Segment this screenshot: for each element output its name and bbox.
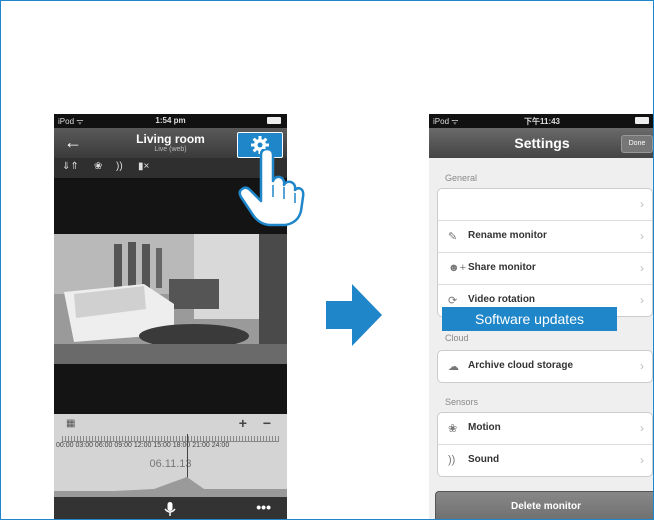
sensors-group: ❀ Motion › )) Sound › bbox=[437, 412, 653, 477]
general-group: › ✎ Rename monitor › ☻+ Share monitor › … bbox=[437, 188, 653, 317]
chevron-right-icon: › bbox=[640, 261, 644, 275]
chevron-right-icon: › bbox=[640, 197, 644, 211]
row-label: Video rotation bbox=[468, 294, 536, 305]
rename-monitor-row[interactable]: ✎ Rename monitor › bbox=[438, 221, 652, 253]
row-label: Sound bbox=[468, 454, 500, 465]
archive-cloud-storage-row[interactable]: ☁ Archive cloud storage › bbox=[438, 351, 652, 382]
sound-icon: )) bbox=[448, 454, 456, 466]
timeline-panel[interactable]: ▦ + − 00:00 03:00 06:00 09:00 12:00 15:0… bbox=[54, 414, 287, 497]
add-user-icon: ☻+ bbox=[448, 262, 466, 274]
section-cloud: Cloud bbox=[445, 333, 469, 343]
calendar-icon[interactable]: ▦ bbox=[66, 418, 75, 429]
row-label: Rename monitor bbox=[468, 230, 547, 241]
pencil-icon: ✎ bbox=[448, 231, 458, 243]
speaker-mute-icon[interactable]: ▮× bbox=[138, 161, 149, 172]
arrow-right-icon bbox=[326, 284, 382, 346]
section-general: General bbox=[445, 173, 478, 183]
bottom-toolbar: ••• bbox=[54, 497, 287, 519]
status-time: 1:54 pm bbox=[155, 116, 186, 125]
sound-icon[interactable]: )) bbox=[116, 161, 123, 172]
living-room-image bbox=[54, 234, 287, 364]
more-button[interactable]: ••• bbox=[256, 499, 271, 515]
hand-pointer-icon bbox=[238, 149, 305, 227]
delete-monitor-button[interactable]: Delete monitor bbox=[435, 491, 653, 519]
cloud-group: ☁ Archive cloud storage › bbox=[437, 350, 653, 383]
battery-icon bbox=[267, 117, 281, 124]
done-button[interactable]: Done bbox=[621, 135, 653, 153]
row-label: Archive cloud storage bbox=[468, 360, 574, 371]
rotate-icon: ⟳ bbox=[448, 295, 458, 307]
timeline-date: 06.11.13 bbox=[149, 458, 192, 470]
motion-icon[interactable]: ❀ bbox=[94, 161, 102, 172]
share-monitor-row[interactable]: ☻+ Share monitor › bbox=[438, 253, 652, 285]
motion-row[interactable]: ❀ Motion › bbox=[438, 413, 652, 445]
chevron-right-icon: › bbox=[640, 421, 644, 435]
chevron-right-icon: › bbox=[640, 293, 644, 307]
software-updates-highlight[interactable]: Software updates bbox=[442, 307, 617, 331]
cloud-icon: ☁ bbox=[448, 361, 459, 373]
chevron-right-icon: › bbox=[640, 453, 644, 467]
signal-bars-icon[interactable]: ⇓⇑ bbox=[62, 161, 79, 172]
video-letterbox-bottom bbox=[54, 364, 287, 414]
chevron-right-icon: › bbox=[640, 229, 644, 243]
status-bar: iPod ᯤ 下午11:43 bbox=[429, 114, 653, 128]
nav-bar: Settings Done bbox=[429, 128, 653, 158]
settings-screen: iPod ᯤ 下午11:43 Settings Done General › ✎… bbox=[429, 114, 653, 519]
sound-row[interactable]: )) Sound › bbox=[438, 445, 652, 476]
battery-icon bbox=[635, 117, 649, 124]
row-label: Share monitor bbox=[468, 262, 536, 273]
chevron-right-icon: › bbox=[640, 359, 644, 373]
section-sensors: Sensors bbox=[445, 397, 479, 407]
microphone-icon[interactable] bbox=[162, 501, 178, 517]
row-label: Motion bbox=[468, 422, 501, 433]
motion-icon: ❀ bbox=[448, 423, 458, 435]
illustration-frame: iPod ᯤ 1:54 pm ← Living room Live (web) bbox=[0, 0, 654, 520]
status-time: 下午11:43 bbox=[523, 117, 561, 126]
live-video-feed[interactable] bbox=[54, 234, 287, 364]
timeline-hours: 00:00 03:00 06:00 09:00 12:00 15:00 18:0… bbox=[56, 442, 230, 449]
activity-graph bbox=[54, 477, 287, 497]
software-updates-row[interactable]: › bbox=[438, 189, 652, 221]
zoom-controls[interactable]: + − bbox=[239, 415, 277, 431]
status-bar: iPod ᯤ 1:54 pm bbox=[54, 114, 287, 128]
